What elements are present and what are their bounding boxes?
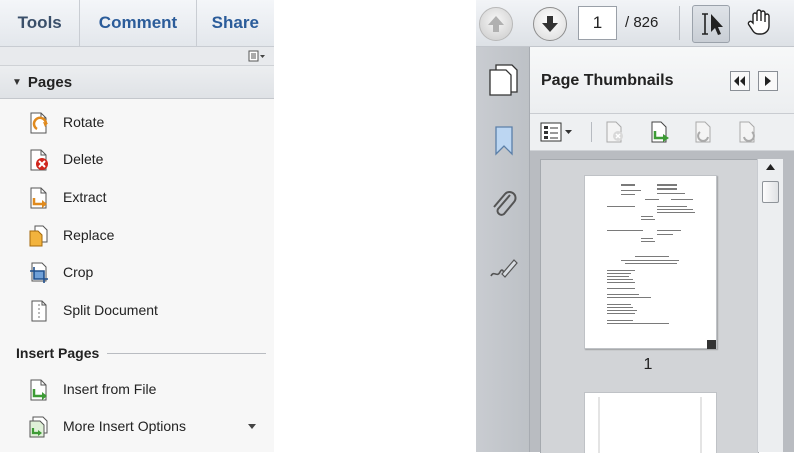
text-select-cursor-icon [702, 13, 723, 35]
toolbar-divider [679, 6, 680, 40]
crop-label: Crop [63, 264, 94, 280]
panel-options-icon[interactable] [248, 50, 266, 62]
rotate-counterclockwise-icon[interactable] [692, 120, 716, 144]
thumbnail-page-number: 1 [643, 356, 653, 373]
insert-pages-header: Insert Pages [16, 343, 266, 363]
total-pages-label: / 826 [625, 14, 659, 31]
more-insert-options-icon [29, 416, 48, 438]
delete-page-icon [30, 149, 48, 171]
collapse-triangle-icon: ▼ [12, 76, 22, 88]
crop-item[interactable]: Crop [0, 258, 274, 288]
viewer-toolbar: 1 / 826 [476, 0, 794, 47]
panel-menu-button[interactable] [758, 71, 778, 91]
insert-pages-title: Insert Pages [16, 345, 100, 361]
arrow-down-icon [542, 16, 558, 32]
rotate-item[interactable]: Rotate [0, 108, 274, 138]
previous-page-button[interactable] [479, 7, 513, 41]
tab-comment[interactable]: Comment [80, 0, 197, 46]
panel-options-strip [0, 47, 274, 66]
thumbnail-resize-handle[interactable] [707, 340, 716, 349]
arrow-up-icon [488, 16, 504, 32]
tools-panel: Tools Comment Share ▼ Pages Rotate Delet… [0, 0, 274, 452]
select-tool-button[interactable] [692, 5, 730, 43]
section-divider [107, 352, 266, 354]
page-thumbnail-1[interactable] [584, 175, 717, 349]
navigation-rail [476, 47, 530, 452]
signature-pen-icon[interactable] [488, 252, 518, 284]
page-number-input[interactable]: 1 [578, 6, 617, 40]
delete-thumbnail-icon[interactable] [603, 120, 627, 144]
tab-tools[interactable]: Tools [0, 0, 81, 46]
delete-label: Delete [63, 151, 104, 167]
split-document-icon [31, 300, 47, 322]
next-page-button[interactable] [533, 7, 567, 41]
page-thumbnail-2[interactable] [584, 392, 717, 453]
pages-section-header[interactable]: ▼ Pages [0, 66, 274, 99]
bookmark-icon[interactable] [488, 124, 518, 156]
document-page-preview [598, 397, 702, 453]
extract-label: Extract [63, 189, 107, 205]
pages-section-title: Pages [27, 73, 73, 91]
document-page-preview [607, 184, 695, 324]
replace-page-icon [29, 225, 48, 247]
attachment-paperclip-icon[interactable] [488, 187, 518, 219]
thumbnails-panel-title: Page Thumbnails [541, 72, 674, 89]
split-document-item[interactable]: Split Document [0, 296, 274, 326]
extract-item[interactable]: Extract [0, 183, 274, 213]
tab-share[interactable]: Share [197, 0, 274, 46]
dropdown-arrow-icon[interactable] [248, 424, 256, 429]
thumbnails-panel-header: Page Thumbnails [530, 47, 794, 114]
thumbnails-toolbar [530, 114, 794, 151]
tab-bar: Tools Comment Share [0, 0, 274, 47]
toolbar-divider [591, 122, 592, 142]
split-document-label: Split Document [63, 302, 158, 318]
collapse-panel-button[interactable] [730, 71, 750, 91]
crop-page-icon [30, 262, 48, 283]
more-insert-options-label: More Insert Options [63, 418, 186, 434]
rotate-page-icon [30, 112, 48, 134]
hand-tool-icon[interactable] [744, 6, 776, 38]
insert-file-icon [30, 379, 47, 401]
replace-item[interactable]: Replace [0, 221, 274, 251]
extract-page-icon [30, 187, 47, 209]
right-arrow-icon [765, 76, 771, 86]
insert-from-file-label: Insert from File [63, 381, 157, 397]
rotate-clockwise-icon[interactable] [736, 120, 760, 144]
thumbnails-scrollbar[interactable] [757, 159, 783, 452]
insert-from-file-item[interactable]: Insert from File [0, 375, 274, 405]
thumbnail-options-icon[interactable] [540, 120, 574, 144]
page-thumbnails-icon[interactable] [488, 64, 518, 96]
scroll-up-arrow-icon[interactable] [758, 159, 783, 175]
rotate-label: Rotate [63, 114, 105, 130]
delete-item[interactable]: Delete [0, 145, 274, 175]
replace-label: Replace [63, 227, 115, 243]
double-left-arrow-icon [734, 76, 745, 86]
scroll-thumb[interactable] [762, 181, 779, 203]
insert-pages-icon[interactable] [648, 120, 672, 144]
more-insert-options-item[interactable]: More Insert Options [0, 412, 274, 442]
